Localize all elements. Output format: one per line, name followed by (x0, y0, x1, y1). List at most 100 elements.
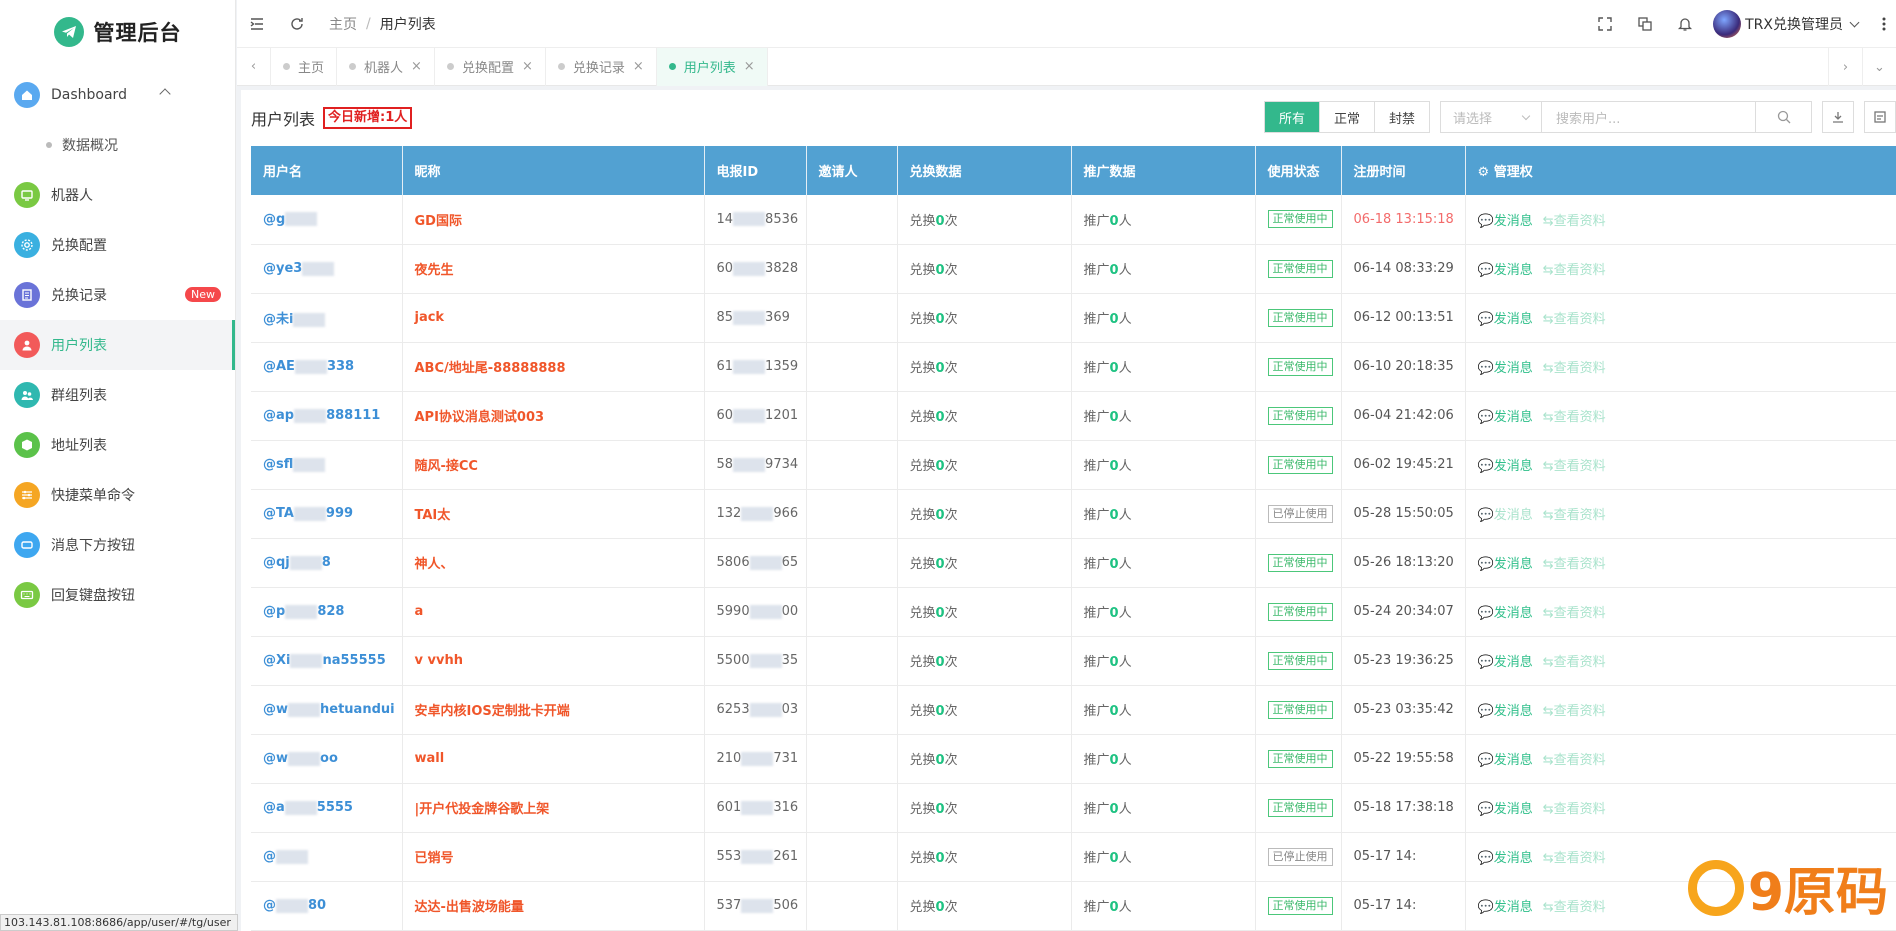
username-cell[interactable]: @a 5555 (251, 783, 403, 833)
sidebar-item-home[interactable]: Dashboard (0, 70, 235, 120)
filter-0-button[interactable]: 所有 (1264, 102, 1320, 132)
tab-4[interactable]: 用户列表 × (656, 47, 768, 86)
username-cell[interactable]: @80 (251, 881, 403, 931)
sidebar-item-cube[interactable]: 地址列表 (0, 420, 235, 470)
view-profile-button[interactable]: ⇆查看资料 (1543, 655, 1606, 670)
view-profile-button[interactable]: ⇆查看资料 (1543, 312, 1606, 327)
telegram-id-start: 601 (716, 800, 742, 815)
translate-button[interactable] (1625, 0, 1665, 48)
username-cell[interactable]: @w oo (251, 734, 403, 784)
send-message-button[interactable]: 💬发消息 (1478, 410, 1533, 425)
send-message-button[interactable]: 💬发消息 (1478, 704, 1533, 719)
promo-count: 0 (1109, 312, 1119, 327)
view-profile-button[interactable]: ⇆查看资料 (1543, 851, 1606, 866)
send-message-button[interactable]: 💬发消息 (1478, 312, 1533, 327)
send-message-button[interactable]: 💬发消息 (1478, 655, 1533, 670)
tab-options-button[interactable]: ⌄ (1862, 48, 1896, 86)
sidebar-item-settings[interactable]: 兑换配置 (0, 220, 235, 270)
username-cell[interactable]: @qj 8 (251, 538, 403, 588)
search-button[interactable] (1756, 101, 1812, 133)
close-icon[interactable]: × (633, 59, 644, 74)
promo-data-cell: 推广0人 (1071, 342, 1256, 392)
fullscreen-button[interactable] (1585, 0, 1625, 48)
promo-suffix: 人 (1118, 655, 1132, 670)
filter-1-button[interactable]: 正常 (1320, 102, 1375, 132)
username-cell[interactable]: @ (251, 832, 403, 882)
send-message-button[interactable]: 💬发消息 (1478, 214, 1533, 229)
username-cell[interactable]: @g (251, 195, 403, 245)
close-icon[interactable]: × (744, 59, 755, 74)
username-cell[interactable]: @w hetuandui (251, 685, 403, 735)
register-time-cell: 06-10 20:18:35 (1341, 342, 1466, 392)
username-cell[interactable]: @AE 338 (251, 342, 403, 392)
view-profile-button[interactable]: ⇆查看资料 (1543, 753, 1606, 768)
tab-3[interactable]: 兑换记录 × (546, 47, 657, 86)
send-message-button[interactable]: 💬发消息 (1478, 361, 1533, 376)
sidebar-subitem[interactable]: 数据概况 (0, 120, 235, 170)
print-button[interactable] (1864, 101, 1896, 133)
sidebar-item-sliders[interactable]: 快捷菜单命令 (0, 470, 235, 520)
view-profile-button[interactable]: ⇆查看资料 (1543, 263, 1606, 278)
export-button[interactable] (1822, 101, 1854, 133)
sidebar-item-user[interactable]: 用户列表 (0, 320, 235, 370)
send-message-label: 发消息 (1493, 851, 1533, 866)
sidebar-menu: Dashboard 数据概况 机器人 兑换配置 兑换记录 New 用户列表 群组列表 地址列表快… (0, 70, 235, 620)
tab-1[interactable]: 机器人 × (337, 47, 435, 86)
tab-0[interactable]: 主页 (271, 47, 338, 86)
actions-cell: 💬发消息 ⇆查看资料 (1465, 538, 1896, 588)
telegram-id-start: 58 (716, 457, 734, 472)
username-cell[interactable]: @ye3 (251, 244, 403, 294)
close-icon[interactable]: × (522, 59, 533, 74)
sidebar-item-group[interactable]: 群组列表 (0, 370, 235, 420)
user-menu[interactable]: TRX兑换管理员 (1713, 10, 1860, 38)
notification-button[interactable] (1665, 0, 1705, 48)
send-message-button[interactable]: 💬发消息 (1478, 459, 1533, 474)
username-cell[interactable]: @Xi na55555 (251, 636, 403, 686)
tab-2[interactable]: 兑换配置 × (435, 47, 546, 86)
send-message-button[interactable]: 💬发消息 (1478, 802, 1533, 817)
breadcrumb-home[interactable]: 主页 (329, 14, 357, 34)
sidebar-item-keyboard[interactable]: 回复键盘按钮 (0, 570, 235, 620)
send-message-button[interactable]: 💬发消息 (1478, 606, 1533, 621)
filter-select[interactable]: 请选择 (1440, 101, 1542, 133)
view-profile-button[interactable]: ⇆查看资料 (1543, 361, 1606, 376)
fullscreen-icon (1598, 17, 1612, 31)
promo-count: 0 (1109, 606, 1119, 621)
username-cell[interactable]: @p 828 (251, 587, 403, 637)
username-cell[interactable]: @TA 999 (251, 489, 403, 539)
view-profile-button[interactable]: ⇆查看资料 (1543, 557, 1606, 572)
username-cell[interactable]: @ap 888111 (251, 391, 403, 441)
send-message-button[interactable]: 💬发消息 (1478, 508, 1533, 523)
view-profile-button[interactable]: ⇆查看资料 (1543, 606, 1606, 621)
promo-data-cell: 推广0人 (1071, 881, 1256, 931)
username-suffix: 888111 (326, 408, 381, 423)
username-cell[interactable]: @sfl (251, 440, 403, 490)
username-cell[interactable]: @未i (251, 293, 403, 343)
exchange-prefix: 兑换 (909, 312, 936, 327)
search-input[interactable]: 搜索用户... (1542, 101, 1756, 133)
send-message-button[interactable]: 💬发消息 (1478, 753, 1533, 768)
app-logo[interactable]: 管理后台 (0, 0, 235, 64)
more-button[interactable] (1872, 0, 1896, 48)
view-profile-button[interactable]: ⇆查看资料 (1543, 410, 1606, 425)
send-message-button[interactable]: 💬发消息 (1478, 851, 1533, 866)
tab-scroll-left-button[interactable]: ‹ (237, 47, 271, 86)
inviter-cell (806, 293, 898, 343)
view-profile-button[interactable]: ⇆查看资料 (1543, 900, 1606, 915)
view-profile-button[interactable]: ⇆查看资料 (1543, 214, 1606, 229)
close-icon[interactable]: × (411, 59, 422, 74)
send-message-button[interactable]: 💬发消息 (1478, 900, 1533, 915)
filter-2-button[interactable]: 封禁 (1375, 102, 1429, 132)
refresh-button[interactable] (277, 0, 317, 48)
send-message-button[interactable]: 💬发消息 (1478, 263, 1533, 278)
view-profile-button[interactable]: ⇆查看资料 (1543, 508, 1606, 523)
tab-scroll-right-button[interactable]: › (1828, 48, 1862, 86)
view-profile-button[interactable]: ⇆查看资料 (1543, 459, 1606, 474)
sidebar-item-document[interactable]: 兑换记录 New (0, 270, 235, 320)
sidebar-item-monitor[interactable]: 机器人 (0, 170, 235, 220)
sidebar-item-button[interactable]: 消息下方按钮 (0, 520, 235, 570)
menu-fold-button[interactable] (237, 0, 277, 48)
send-message-button[interactable]: 💬发消息 (1478, 557, 1533, 572)
view-profile-button[interactable]: ⇆查看资料 (1543, 704, 1606, 719)
view-profile-button[interactable]: ⇆查看资料 (1543, 802, 1606, 817)
